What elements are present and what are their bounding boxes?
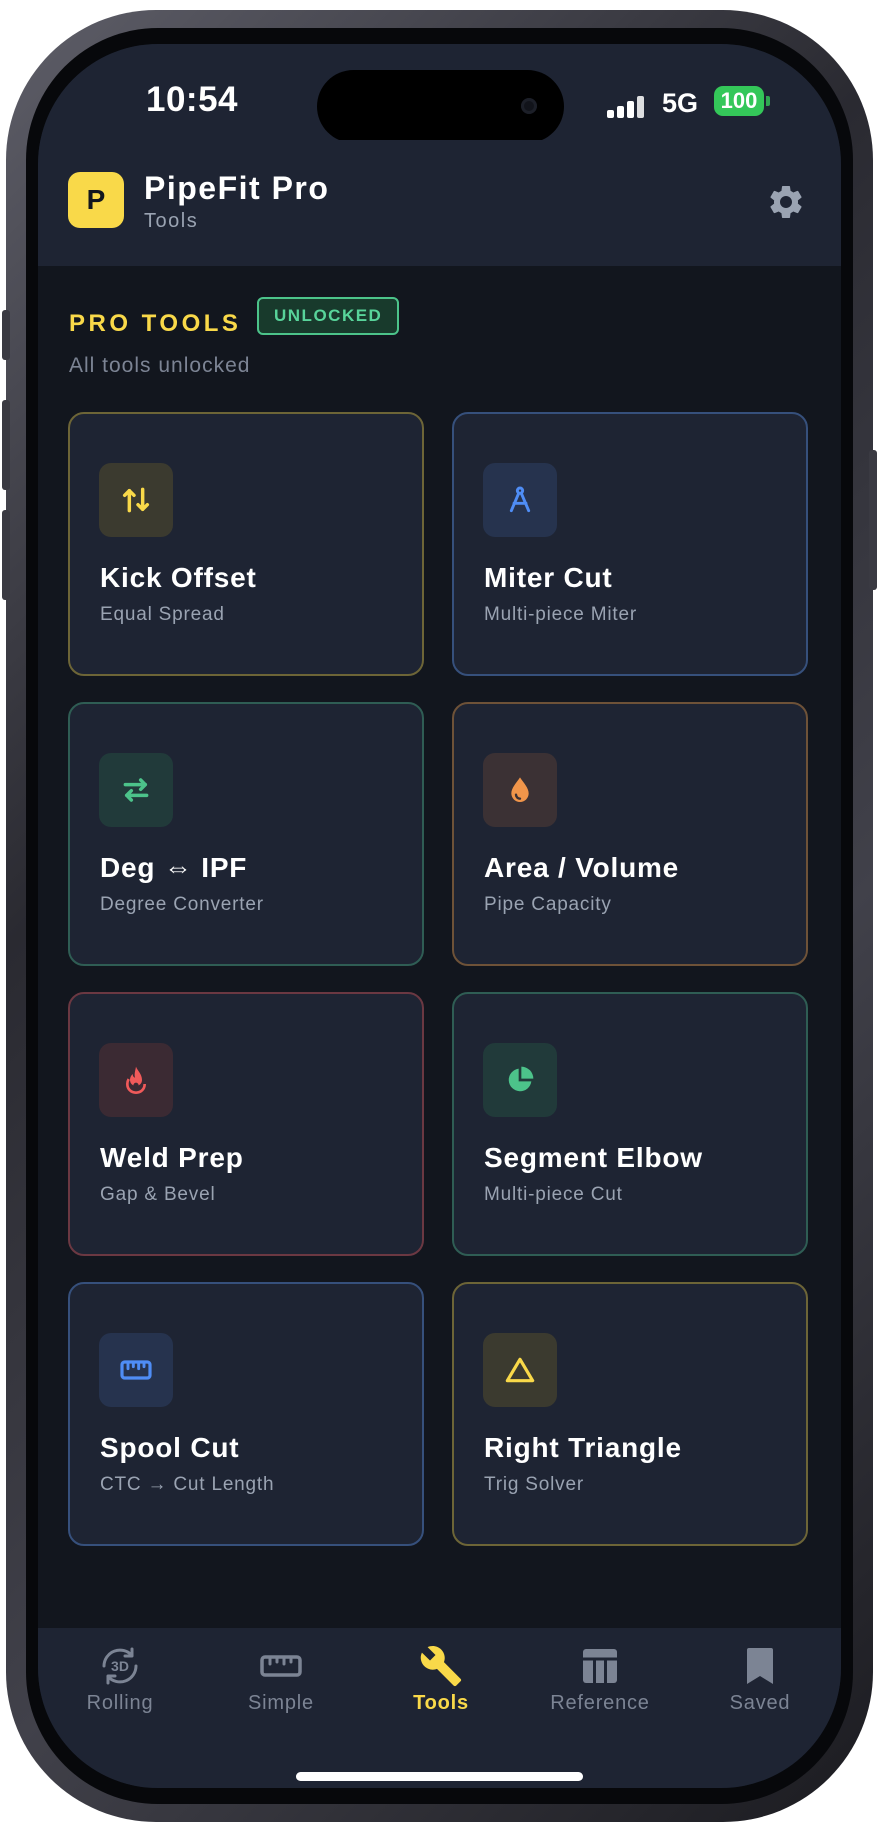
dynamic-island [317,70,564,143]
tool-title: Deg ⇔ IPF [100,852,248,883]
unlocked-badge: UNLOCKED [257,297,400,335]
svg-text:3D: 3D [111,1658,129,1674]
tool-card-right-triangle[interactable]: Right Triangle Trig Solver [452,1282,808,1546]
status-time: 10:54 [146,80,239,119]
ruler-icon [99,1333,173,1407]
ruler-icon [259,1644,303,1688]
tab-simple[interactable]: Simple [201,1628,361,1738]
app-header: P PipeFit Pro Tools [38,140,841,266]
mute-switch [2,310,10,360]
tool-title: Right Triangle [484,1432,682,1463]
tool-subtitle: Multi-piece Cut [484,1184,623,1205]
gear-icon[interactable] [766,182,806,222]
tool-card-miter-cut[interactable]: Miter Cut Multi-piece Miter [452,412,808,676]
network-label: 5G [662,88,699,118]
power-button [869,450,877,590]
tool-subtitle: CTC → Cut Length [100,1474,275,1495]
tab-label: Simple [248,1692,314,1714]
section-subtitle: All tools unlocked [69,354,251,377]
tool-title: Miter Cut [484,562,613,593]
tool-subtitle: Gap & Bevel [100,1184,216,1205]
flame-icon [99,1043,173,1117]
tool-card-spool-cut[interactable]: Spool Cut CTC → Cut Length [68,1282,424,1546]
rotate-3d-icon: 3D [98,1644,142,1688]
tab-saved[interactable]: Saved [680,1628,840,1738]
bookmark-icon [738,1644,782,1688]
tool-card-kick-offset[interactable]: Kick Offset Equal Spread [68,412,424,676]
tab-label: Tools [413,1692,469,1714]
triangle-icon [483,1333,557,1407]
tab-rolling[interactable]: 3D Rolling [40,1628,200,1738]
tab-label: Rolling [86,1692,154,1714]
battery-indicator: 100 [714,86,764,116]
tool-subtitle: Trig Solver [484,1474,584,1495]
droplet-icon [483,753,557,827]
wrench-icon [419,1644,463,1688]
volume-down-button [2,510,10,600]
volume-up-button [2,400,10,490]
tool-subtitle: Equal Spread [100,604,225,625]
tool-title: Weld Prep [100,1142,244,1173]
tool-card-weld-prep[interactable]: Weld Prep Gap & Bevel [68,992,424,1256]
tab-tools[interactable]: Tools [361,1628,521,1738]
tool-card-deg-ipf[interactable]: Deg ⇔ IPF Degree Converter [68,702,424,966]
status-bar: 10:54 5G 100 [38,44,841,143]
tool-card-area-volume[interactable]: Area / Volume Pipe Capacity [452,702,808,966]
section-title: PRO TOOLS [69,310,242,337]
tab-bar: 3D Rolling Simple Tools Reference Saved [38,1628,841,1788]
screen: 10:54 5G 100 P PipeFit Pro Tools PRO TOO… [38,44,841,1788]
tab-reference[interactable]: Reference [520,1628,680,1738]
tool-title: Kick Offset [100,562,257,593]
tool-title: Area / Volume [484,852,680,883]
app-logo: P [68,172,124,228]
battery-nub [766,96,770,106]
tool-subtitle: Degree Converter [100,894,264,915]
home-indicator[interactable] [296,1772,583,1781]
phone-frame: 10:54 5G 100 P PipeFit Pro Tools PRO TOO… [2,10,877,1822]
pie-chart-icon [483,1043,557,1117]
tab-label: Reference [550,1692,650,1714]
arrows-up-down-icon [99,463,173,537]
tab-label: Saved [729,1692,791,1714]
tool-title: Segment Elbow [484,1142,703,1173]
arrows-left-right-icon [99,753,173,827]
tool-card-segment-elbow[interactable]: Segment Elbow Multi-piece Cut [452,992,808,1256]
signal-icon [607,92,651,118]
app-subtitle: Tools [144,210,199,232]
tool-title: Spool Cut [100,1432,240,1463]
table-icon [578,1644,622,1688]
app-title: PipeFit Pro [144,170,330,206]
tool-subtitle: Pipe Capacity [484,894,612,915]
compass-icon [483,463,557,537]
tool-subtitle: Multi-piece Miter [484,604,637,625]
camera-icon [521,98,537,114]
